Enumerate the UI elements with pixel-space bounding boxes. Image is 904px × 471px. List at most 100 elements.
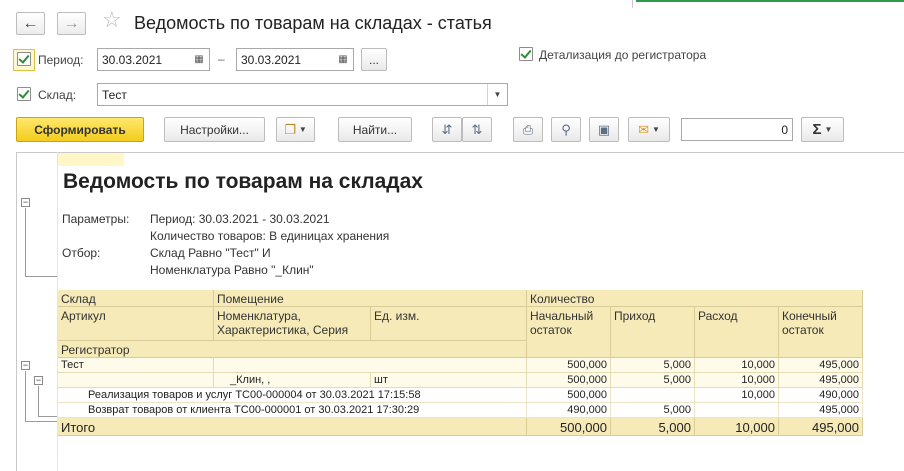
table-cell-income[interactable]: 5,000 <box>611 358 695 373</box>
table-cell-opening[interactable]: 500,000 <box>527 358 611 373</box>
table-cell-income[interactable] <box>611 388 695 403</box>
table-cell-closing[interactable]: 495,000 <box>779 373 863 388</box>
warehouse-field[interactable]: Тест ▼ <box>97 83 508 106</box>
table-cell-opening[interactable]: 500,000 <box>527 373 611 388</box>
period-checkbox[interactable] <box>17 52 31 66</box>
filter-label: Отбор: <box>62 246 101 260</box>
header-registrar: Регистратор <box>58 341 527 358</box>
forward-button[interactable]: → <box>57 12 86 35</box>
table-cell-expense[interactable]: 10,000 <box>695 373 779 388</box>
tree-line <box>38 416 57 417</box>
sum-value: 0 <box>781 123 788 137</box>
total-expense[interactable]: 10,000 <box>695 418 779 436</box>
back-button[interactable]: ← <box>16 12 45 35</box>
total-income[interactable]: 5,000 <box>611 418 695 436</box>
total-closing[interactable]: 495,000 <box>779 418 863 436</box>
arrow-right-icon: → <box>63 14 80 32</box>
tree-line <box>25 276 57 277</box>
table-cell-opening[interactable]: 490,000 <box>527 403 611 418</box>
table-cell-expense[interactable] <box>695 403 779 418</box>
print-preview-button[interactable]: ⚲ <box>551 117 581 142</box>
header-opening-line: остаток <box>530 323 572 337</box>
generate-button[interactable]: Сформировать <box>16 117 144 142</box>
tree-line <box>25 371 26 421</box>
table-cell-closing[interactable]: 495,000 <box>779 403 863 418</box>
period-more-label: ... <box>368 52 379 67</box>
total-opening[interactable]: 500,000 <box>527 418 611 436</box>
sort-ascending-button[interactable]: ⇵ <box>432 117 462 142</box>
settings-label: Настройки... <box>180 122 249 137</box>
save-button[interactable]: ▣ <box>589 117 619 142</box>
report-frame-left <box>16 152 17 471</box>
report-title: Ведомость по товарам на складах <box>63 170 423 193</box>
chevron-down-icon[interactable]: ▼ <box>487 84 507 105</box>
sort-descending-button[interactable]: ⇅ <box>462 117 492 142</box>
period-to-value: 30.03.2021 <box>241 53 302 67</box>
header-closing: Конечный остаток <box>779 307 863 358</box>
warehouse-value: Тест <box>102 88 127 102</box>
tree-line <box>38 386 39 416</box>
print-button[interactable]: ⎙ <box>513 117 543 142</box>
warehouse-label: Склад: <box>38 88 77 102</box>
selected-cell[interactable] <box>58 153 124 166</box>
calendar-icon[interactable]: ▦ <box>333 49 353 70</box>
collapse-warehouse-group-icon[interactable]: − <box>21 361 30 370</box>
table-cell-income[interactable]: 5,000 <box>611 403 695 418</box>
sort-ascending-icon: ⇵ <box>441 122 453 137</box>
header-opening-line: Начальный <box>530 309 594 323</box>
header-room: Помещение <box>214 290 527 307</box>
sort-descending-icon: ⇅ <box>471 122 483 137</box>
table-cell-income[interactable]: 5,000 <box>611 373 695 388</box>
detail-checkbox[interactable] <box>519 47 533 61</box>
table-cell-closing[interactable]: 495,000 <box>779 358 863 373</box>
tree-line <box>25 208 26 276</box>
calendar-icon[interactable]: ▦ <box>189 49 209 70</box>
filter-line: Склад Равно "Тест" И <box>150 246 271 260</box>
collapse-header-group-icon[interactable]: − <box>21 198 30 207</box>
star-icon[interactable]: ☆ <box>102 9 122 31</box>
params-label: Параметры: <box>62 212 130 226</box>
tree-line <box>25 421 57 422</box>
header-nomenclature-line: Номенклатура, <box>217 309 301 323</box>
settings-button[interactable]: Настройки... <box>164 117 265 142</box>
arrow-left-icon: ← <box>22 14 39 32</box>
header-nomenclature: Номенклатура, Характеристика, Серия <box>214 307 371 341</box>
collapse-item-group-icon[interactable]: − <box>34 376 43 385</box>
sigma-icon: Σ <box>812 121 822 138</box>
table-row-article <box>58 373 214 388</box>
warehouse-checkbox[interactable] <box>17 87 31 101</box>
window-divider <box>632 0 633 8</box>
table-row-name[interactable]: Тест <box>58 358 214 373</box>
table-cell-closing[interactable]: 490,000 <box>779 388 863 403</box>
header-nomenclature-line: Характеристика, Серия <box>217 323 349 337</box>
print-preview-icon: ⚲ <box>561 122 571 137</box>
total-label: Итого <box>58 418 527 436</box>
report-frame-top <box>16 152 904 153</box>
period-label: Период: <box>38 53 84 67</box>
table-row-registrar[interactable]: Возврат товаров от клиента ТС00-000001 о… <box>58 403 527 418</box>
printer-icon: ⎙ <box>522 122 534 137</box>
window-accent-line <box>636 0 904 2</box>
header-closing-line: Конечный <box>782 309 837 323</box>
table-cell-opening[interactable]: 500,000 <box>527 388 611 403</box>
filter-line: Номенклатура Равно "_Клин" <box>150 263 314 277</box>
header-income: Приход <box>611 307 695 358</box>
header-expense: Расход <box>695 307 779 358</box>
table-row-name[interactable]: _Клин, , <box>214 373 371 388</box>
period-from-field[interactable]: 30.03.2021 ▦ <box>97 48 210 71</box>
chevron-down-icon: ▼ <box>651 125 660 134</box>
send-mail-button[interactable]: ✉ ▼ <box>628 117 670 142</box>
header-article: Артикул <box>58 307 214 341</box>
table-cell-expense[interactable]: 10,000 <box>695 358 779 373</box>
copy-button[interactable]: ❐ ▼ <box>276 117 315 142</box>
sum-field[interactable]: 0 <box>681 118 793 141</box>
header-unit: Ед. изм. <box>371 307 527 341</box>
find-button[interactable]: Найти... <box>338 117 412 142</box>
table-cell-expense[interactable]: 10,000 <box>695 388 779 403</box>
sum-mode-button[interactable]: Σ ▼ <box>801 117 844 142</box>
table-row-registrar[interactable]: Реализация товаров и услуг ТС00-000004 о… <box>58 388 527 403</box>
period-select-button[interactable]: ... <box>361 48 387 71</box>
header-opening: Начальный остаток <box>527 307 611 358</box>
period-to-field[interactable]: 30.03.2021 ▦ <box>236 48 354 71</box>
table-cell-unit[interactable]: шт <box>371 373 527 388</box>
